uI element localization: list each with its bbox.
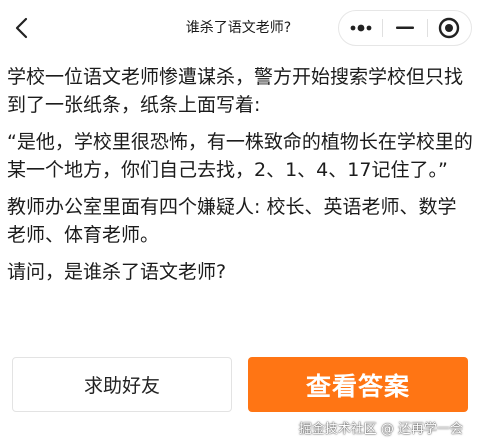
view-answer-button[interactable]: 查看答案 bbox=[248, 357, 468, 412]
watermark: 掘金技术社区 @ 还再学一会 bbox=[298, 422, 463, 437]
chevron-left-icon bbox=[15, 17, 28, 39]
story-paragraph: 学校一位语文老师惨遭谋杀，警方开始搜索学校但只找到了一张纸条，纸条上面写着: bbox=[7, 66, 464, 116]
note-paragraph: “是他，学校里很恐怖，有一株致命的植物长在学校里的某一个地方，你们自己去找，2、… bbox=[7, 131, 473, 181]
back-button[interactable] bbox=[8, 12, 36, 44]
puzzle-content: 学校一位语文老师惨遭谋杀，警方开始搜索学校但只找到了一张纸条，纸条上面写着: “… bbox=[7, 63, 473, 295]
more-button[interactable] bbox=[339, 11, 382, 45]
top-navigation-bar: 谁杀了语文老师? bbox=[0, 0, 477, 56]
suspects-paragraph: 教师办公室里面有四个嫌疑人: 校长、英语老师、数学老师、体育老师。 bbox=[7, 196, 457, 246]
question-paragraph: 请问，是谁杀了语文老师? bbox=[7, 261, 227, 283]
mini-program-capsule bbox=[338, 10, 472, 46]
ask-friend-button[interactable]: 求助好友 bbox=[12, 357, 232, 412]
close-circle-icon bbox=[439, 17, 460, 39]
minimize-icon bbox=[396, 26, 414, 29]
more-dots-icon bbox=[350, 24, 372, 32]
minimize-button[interactable] bbox=[383, 11, 426, 45]
close-button[interactable] bbox=[428, 11, 471, 45]
